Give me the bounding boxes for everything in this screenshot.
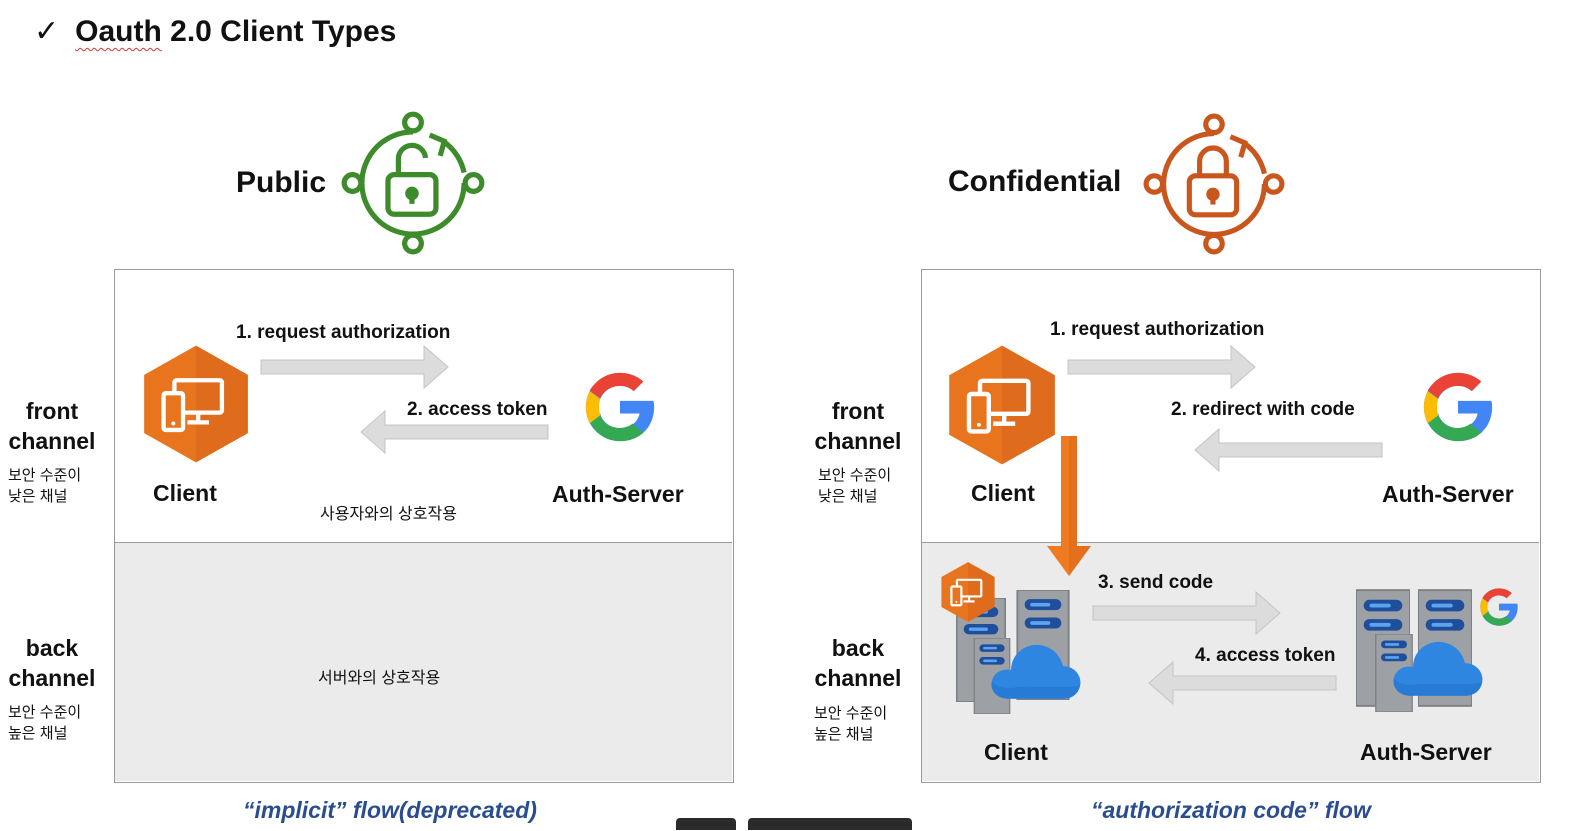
confidential-front-channel-label: front channel bbox=[814, 398, 902, 454]
cloud-icon bbox=[991, 644, 1081, 699]
confidential-heading: Confidential bbox=[948, 165, 1122, 198]
page-title: ✓ Oauth 2.0 Client Types bbox=[34, 14, 396, 49]
confidential-front-note: 보안 수준이 낮은 채널 bbox=[818, 467, 892, 505]
public-step2-arrow bbox=[360, 409, 549, 455]
public-back-interaction: 서버와의 상호작용 bbox=[318, 670, 441, 687]
public-heading: Public bbox=[236, 166, 327, 199]
confidential-step2-arrow bbox=[1194, 427, 1383, 473]
public-step1-arrow bbox=[260, 344, 449, 390]
cloud-icon bbox=[1393, 641, 1483, 696]
confidential-back-client-label: Client bbox=[984, 739, 1048, 765]
confidential-step1-arrow bbox=[1067, 344, 1256, 390]
google-logo-icon bbox=[585, 372, 655, 442]
cropped-toolbar-segment bbox=[748, 818, 912, 830]
google-logo-icon bbox=[1480, 588, 1518, 626]
public-front-note: 보안 수준이 낮은 채널 bbox=[8, 467, 82, 505]
title-rest: 2.0 Client Types bbox=[161, 15, 397, 48]
confidential-back-note: 보안 수준이 높은 채널 bbox=[814, 705, 888, 743]
google-logo-icon bbox=[1423, 372, 1493, 442]
lock-closed-cycle-icon bbox=[1143, 113, 1285, 255]
confidential-step2-label: 2. redirect with code bbox=[1171, 399, 1355, 420]
public-server-label: Auth-Server bbox=[552, 481, 684, 507]
client-device-icon bbox=[940, 561, 996, 623]
public-caption: “implicit” flow(deprecated) bbox=[243, 797, 537, 823]
client-device-icon bbox=[947, 343, 1057, 467]
confidential-caption: “authorization code” flow bbox=[1091, 797, 1371, 823]
confidential-back-channel-label: back channel bbox=[814, 635, 902, 691]
cropped-toolbar-segment bbox=[676, 818, 736, 830]
public-front-channel-label: front channel bbox=[8, 398, 96, 454]
client-device-icon bbox=[142, 343, 250, 465]
redirect-down-arrow bbox=[1047, 436, 1091, 576]
public-client-label: Client bbox=[153, 480, 217, 506]
title-oauth-word: Oauth bbox=[75, 15, 162, 48]
confidential-back-server-label: Auth-Server bbox=[1360, 739, 1492, 765]
confidential-step4-arrow bbox=[1148, 660, 1337, 706]
check-icon: ✓ bbox=[34, 14, 60, 49]
public-front-interaction: 사용자와의 상호작용 bbox=[320, 506, 457, 523]
public-back-channel-area bbox=[115, 542, 732, 781]
confidential-client-label: Client bbox=[971, 480, 1035, 506]
confidential-step1-label: 1. request authorization bbox=[1050, 319, 1265, 340]
public-back-note: 보안 수준이 높은 채널 bbox=[8, 704, 82, 742]
confidential-server-label: Auth-Server bbox=[1382, 481, 1514, 507]
public-step1-label: 1. request authorization bbox=[236, 322, 451, 343]
lock-open-cycle-icon bbox=[341, 111, 485, 255]
confidential-step3-arrow bbox=[1092, 590, 1281, 636]
public-back-channel-label: back channel bbox=[8, 635, 96, 691]
